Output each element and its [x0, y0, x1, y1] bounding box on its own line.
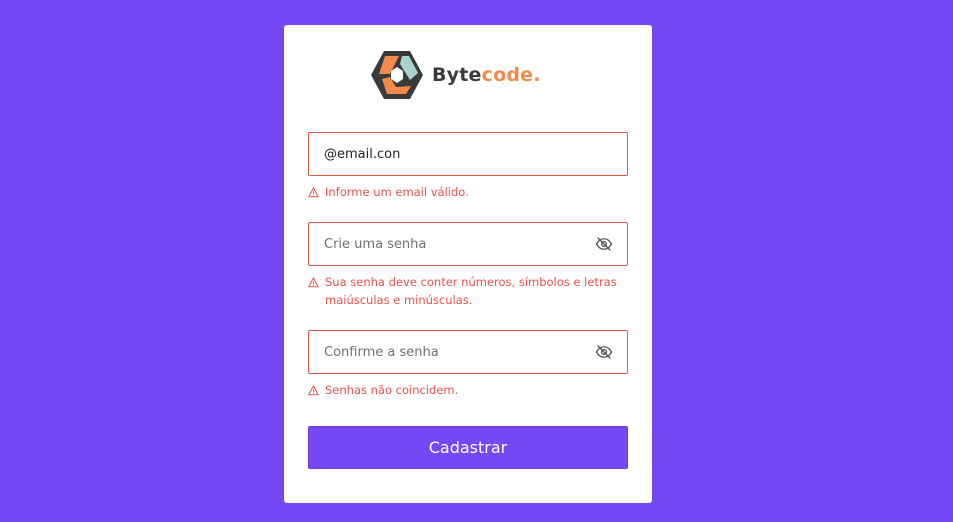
password-input[interactable]: [324, 223, 579, 265]
password-field: [308, 222, 628, 266]
hexagon-logo-icon: [371, 51, 423, 99]
warning-icon: [308, 277, 319, 288]
email-field: [308, 132, 628, 176]
signup-card: Bytecode. Informe um email válido. Sua s…: [284, 25, 652, 503]
warning-icon: [308, 385, 319, 396]
brand-name-part2: code.: [481, 64, 541, 86]
eye-off-icon[interactable]: [595, 343, 613, 361]
email-error: Informe um email válido.: [308, 183, 634, 201]
email-error-text: Informe um email válido.: [325, 185, 469, 199]
confirm-password-field: [308, 330, 628, 374]
confirm-password-error: Senhas não coincidem.: [308, 381, 634, 399]
password-error: Sua senha deve conter números, símbolos …: [308, 273, 634, 309]
warning-icon: [308, 187, 319, 198]
confirm-password-error-text: Senhas não coincidem.: [325, 383, 459, 397]
confirm-password-input[interactable]: [324, 331, 579, 373]
eye-off-icon[interactable]: [595, 235, 613, 253]
brand-name-part1: Byte: [432, 64, 482, 86]
password-error-text: Sua senha deve conter números, símbolos …: [325, 275, 617, 307]
register-button[interactable]: Cadastrar: [308, 426, 628, 469]
brand-name: Bytecode.: [432, 64, 541, 86]
brand-logo: Bytecode.: [370, 49, 541, 101]
email-input[interactable]: [324, 133, 579, 175]
